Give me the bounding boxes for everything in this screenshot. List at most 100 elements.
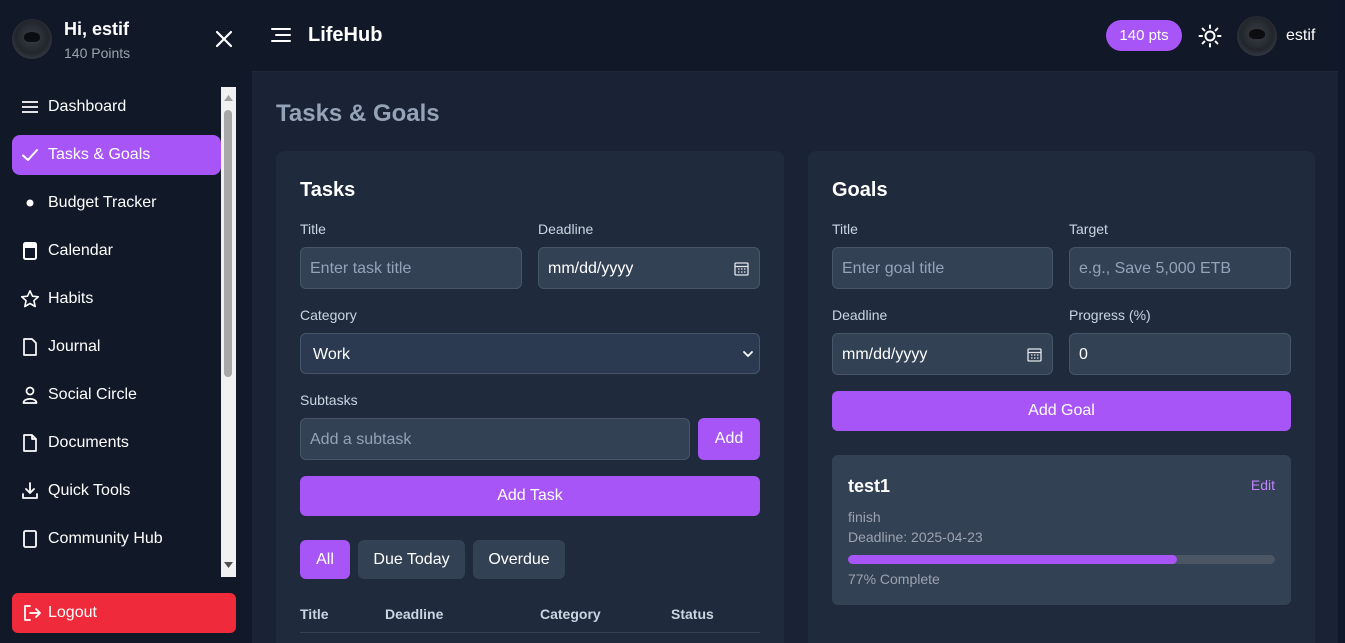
page-title: Tasks & Goals <box>276 100 440 127</box>
sidebar-item-documents[interactable]: Documents <box>12 423 221 463</box>
sidebar-scroll-thumb[interactable] <box>224 110 232 377</box>
task-title-label: Title <box>300 221 326 237</box>
sidebar-item-label: Calendar <box>48 242 113 259</box>
sidebar-item-calendar[interactable]: Calendar <box>12 231 221 271</box>
sidebar-item-habits[interactable]: Habits <box>12 279 221 319</box>
sidebar: Hi, estif 140 Points Dashboard Tasks & G… <box>0 0 252 643</box>
goal-progress-value: 0 <box>1079 346 1088 363</box>
user-greeting: Hi, estif <box>64 19 130 39</box>
check-icon <box>22 149 38 161</box>
sidebar-item-dashboard[interactable]: Dashboard <box>12 87 221 127</box>
task-deadline-placeholder: mm/dd/yyyy <box>548 260 634 277</box>
task-deadline-label: Deadline <box>538 221 594 237</box>
sidebar-item-label: Journal <box>48 338 101 355</box>
goal-item-title: test1 <box>848 476 891 496</box>
add-subtask-button[interactable]: Add <box>698 418 760 460</box>
filter-overdue-button[interactable]: Overdue <box>473 540 565 579</box>
table-divider <box>300 632 760 633</box>
filter-all-button[interactable]: All <box>300 540 350 579</box>
goal-item-deadline: Deadline: 2025-04-23 <box>848 529 983 545</box>
goals-card: Goals Title Enter goal title Target e.g.… <box>808 151 1315 643</box>
sidebar-item-budget-tracker[interactable]: Budget Tracker <box>12 183 221 223</box>
tablet-icon <box>23 530 37 548</box>
sidebar-item-quick-tools[interactable]: Quick Tools <box>12 471 221 511</box>
sidebar-item-social-circle[interactable]: Social Circle <box>12 375 221 415</box>
goal-target-placeholder: e.g., Save 5,000 ETB <box>1079 260 1232 277</box>
logout-button[interactable]: Logout <box>12 593 236 633</box>
logout-label: Logout <box>48 604 97 621</box>
hamburger-icon[interactable] <box>270 24 292 46</box>
scroll-up-icon[interactable] <box>224 95 233 101</box>
subtasks-label: Subtasks <box>300 392 358 408</box>
goal-deadline-input[interactable]: mm/dd/yyyy <box>832 333 1053 375</box>
sidebar-item-tasks-goals[interactable]: Tasks & Goals <box>12 135 221 175</box>
column-header-title[interactable]: Title <box>300 606 329 622</box>
calendar-picker-icon[interactable] <box>734 261 749 276</box>
task-deadline-input[interactable]: mm/dd/yyyy <box>538 247 760 289</box>
sidebar-header: Hi, estif 140 Points <box>0 0 252 72</box>
tasks-card: Tasks Title Enter task title Deadline mm… <box>276 151 784 643</box>
logout-icon <box>24 605 41 621</box>
column-header-deadline[interactable]: Deadline <box>385 606 443 622</box>
filter-due-today-button[interactable]: Due Today <box>358 540 465 579</box>
goal-progress-fill <box>848 555 1177 564</box>
goal-target-label: Target <box>1069 221 1108 237</box>
document-icon <box>23 434 37 452</box>
goal-progress-bar <box>848 555 1275 564</box>
sidebar-item-label: Quick Tools <box>48 482 131 499</box>
column-header-status[interactable]: Status <box>671 606 714 622</box>
dot-icon <box>26 199 34 207</box>
points-badge: 140 pts <box>1106 20 1182 51</box>
add-goal-button[interactable]: Add Goal <box>832 391 1291 431</box>
main-content: Tasks & Goals Tasks Title Enter task tit… <box>252 72 1338 643</box>
add-task-button[interactable]: Add Task <box>300 476 760 516</box>
sidebar-item-label: Documents <box>48 434 129 451</box>
column-header-category[interactable]: Category <box>540 606 601 622</box>
sidebar-nav: Dashboard Tasks & Goals Budget Tracker C… <box>0 87 222 577</box>
task-title-input[interactable]: Enter task title <box>300 247 522 289</box>
task-category-label: Category <box>300 307 357 323</box>
goals-title: Goals <box>832 179 888 201</box>
tasks-title: Tasks <box>300 179 356 201</box>
sidebar-item-label: Habits <box>48 290 94 307</box>
calendar-icon <box>23 242 37 260</box>
user-points: 140 Points <box>64 45 131 61</box>
sun-icon[interactable] <box>1198 24 1222 48</box>
sidebar-item-label: Community Hub <box>48 530 163 547</box>
goal-progress-input[interactable]: 0 <box>1069 333 1291 375</box>
sidebar-item-label: Budget Tracker <box>48 194 157 211</box>
user-name[interactable]: estif <box>1286 27 1315 45</box>
menu-lines-icon <box>22 101 38 113</box>
goal-deadline-placeholder: mm/dd/yyyy <box>842 346 928 363</box>
sidebar-item-label: Social Circle <box>48 386 137 403</box>
user-avatar-top[interactable] <box>1237 16 1277 56</box>
goal-progress-text: 77% Complete <box>848 571 940 587</box>
top-bar: LifeHub 140 pts estif <box>252 0 1345 72</box>
goal-target-input[interactable]: e.g., Save 5,000 ETB <box>1069 247 1291 289</box>
goal-progress-label: Progress (%) <box>1069 307 1151 323</box>
task-category-select[interactable]: Work <box>300 333 760 374</box>
calendar-picker-icon[interactable] <box>1027 347 1042 362</box>
scroll-down-icon[interactable] <box>224 562 233 568</box>
chevron-down-icon <box>743 351 753 358</box>
task-title-placeholder: Enter task title <box>310 260 412 277</box>
goal-item: test1 Edit finish Deadline: 2025-04-23 7… <box>832 455 1291 605</box>
file-icon <box>23 338 37 356</box>
goal-item-description: finish <box>848 509 881 525</box>
page-scrollbar[interactable] <box>1338 0 1345 643</box>
close-icon[interactable] <box>212 27 236 51</box>
sidebar-item-community-hub[interactable]: Community Hub <box>12 519 221 559</box>
sidebar-item-label: Dashboard <box>48 98 127 115</box>
goal-title-placeholder: Enter goal title <box>842 260 945 277</box>
subtask-placeholder: Add a subtask <box>310 431 412 448</box>
user-avatar[interactable] <box>12 19 52 59</box>
goal-title-label: Title <box>832 221 858 237</box>
goal-title-input[interactable]: Enter goal title <box>832 247 1053 289</box>
sidebar-item-journal[interactable]: Journal <box>12 327 221 367</box>
goal-deadline-label: Deadline <box>832 307 888 323</box>
sidebar-item-label: Tasks & Goals <box>48 146 151 163</box>
user-icon <box>22 386 38 404</box>
app-brand[interactable]: LifeHub <box>308 24 382 47</box>
goal-edit-link[interactable]: Edit <box>1251 477 1275 493</box>
subtask-input[interactable]: Add a subtask <box>300 418 690 460</box>
